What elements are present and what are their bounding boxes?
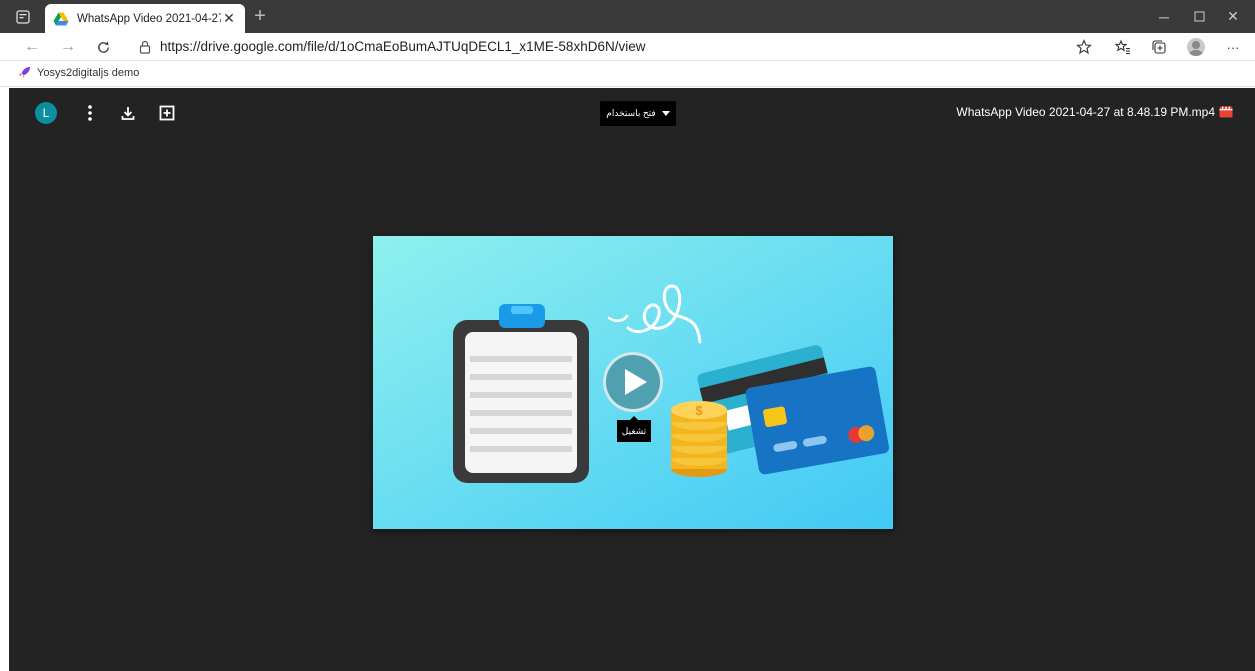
lock-icon[interactable] (138, 40, 152, 54)
download-icon[interactable] (117, 102, 139, 124)
svg-text:$: $ (695, 403, 703, 418)
restore-icon[interactable] (1182, 0, 1216, 33)
profile-icon[interactable] (1187, 38, 1205, 56)
back-icon[interactable]: ← (22, 37, 42, 57)
open-with-button[interactable]: فتح باستخدام (600, 101, 676, 126)
rocket-icon (18, 66, 31, 79)
minimize-icon[interactable]: ─ (1147, 0, 1181, 33)
play-icon (625, 369, 647, 395)
tab-title: WhatsApp Video 2021-04-27 at 8.48.19 PM.… (77, 12, 221, 25)
play-tooltip: تشغيل (617, 416, 651, 442)
open-with-label: فتح باستخدام (606, 108, 656, 118)
title-bar: WhatsApp Video 2021-04-27 at 8.48.19 PM.… (0, 0, 1255, 33)
play-button[interactable] (603, 352, 663, 412)
add-favorite-icon[interactable] (1075, 38, 1093, 56)
address-bar: ← → https://drive.google.com/file/d/1oCm… (0, 33, 1255, 61)
video-file-icon (1219, 106, 1233, 118)
video-player[interactable]: $ تشغيل (373, 236, 893, 529)
close-window-icon[interactable]: ✕ (1216, 0, 1250, 33)
bookmark-label: Yosys2digitaljs demo (37, 66, 140, 79)
user-avatar[interactable]: L (35, 102, 57, 124)
more-actions-icon[interactable] (79, 102, 101, 124)
file-name: WhatsApp Video 2021-04-27 at 8.48.19 PM.… (956, 105, 1215, 119)
collections-icon[interactable] (1150, 38, 1168, 56)
url-input[interactable]: https://drive.google.com/file/d/1oCmaEoB… (160, 39, 645, 54)
forward-icon[interactable]: → (58, 37, 78, 57)
bookmarks-bar: Yosys2digitaljs demo (0, 61, 1255, 87)
refresh-icon[interactable] (93, 37, 113, 57)
caret-down-icon (661, 111, 670, 116)
favorites-icon[interactable] (1114, 38, 1132, 56)
tab-actions-icon[interactable] (14, 8, 32, 26)
more-options-icon[interactable]: ··· (1224, 38, 1242, 56)
tab-close-icon[interactable]: ✕ (221, 10, 237, 27)
bookmark-item[interactable]: Yosys2digitaljs demo (18, 66, 139, 79)
drive-viewer: L فتح باستخدام WhatsApp Video 2021-04-27… (9, 88, 1255, 671)
add-to-drive-icon[interactable] (156, 102, 178, 124)
browser-tab[interactable]: WhatsApp Video 2021-04-27 at 8.48.19 PM.… (45, 4, 245, 33)
google-drive-icon (53, 12, 69, 25)
new-tab-button[interactable]: + (250, 5, 270, 27)
